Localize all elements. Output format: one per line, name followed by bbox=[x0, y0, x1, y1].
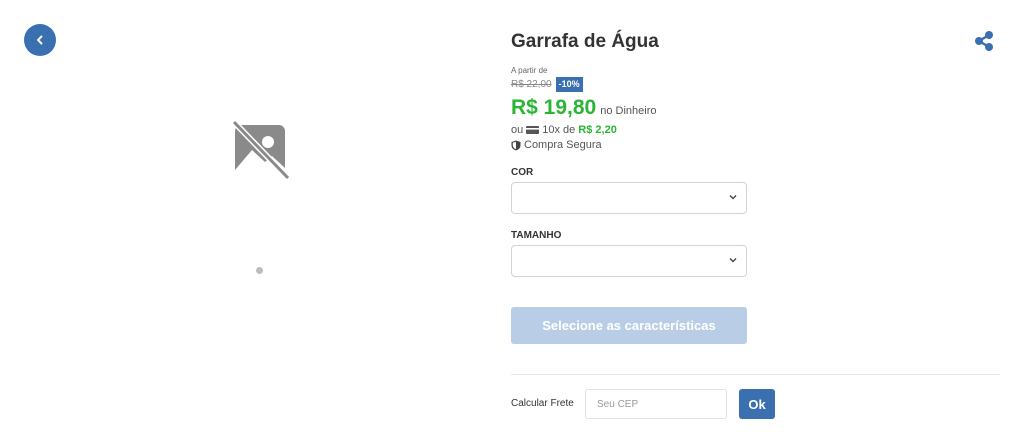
cep-input[interactable] bbox=[585, 389, 727, 419]
shield-icon bbox=[511, 140, 521, 150]
no-image-icon bbox=[231, 120, 290, 180]
select-options-button[interactable]: Selecione as características bbox=[511, 307, 747, 344]
installment-value: R$ 2,20 bbox=[578, 124, 617, 136]
from-label: A partir de bbox=[511, 66, 548, 75]
back-button[interactable] bbox=[24, 24, 56, 56]
product-title: Garrafa de Água bbox=[511, 31, 659, 52]
credit-card-icon bbox=[526, 126, 540, 134]
discount-badge: -10% bbox=[555, 77, 583, 92]
calculate-shipping-button[interactable]: Ok bbox=[739, 389, 775, 419]
carousel-dot[interactable] bbox=[256, 267, 263, 274]
size-label: TAMANHO bbox=[511, 230, 562, 241]
chevron-left-icon bbox=[37, 35, 43, 45]
installments-text: 10x de bbox=[542, 124, 576, 136]
divider bbox=[511, 374, 1000, 375]
product-info: Garrafa de Água A partir de R$ 22,00 -10… bbox=[511, 30, 1001, 344]
old-price: R$ 22,00 bbox=[511, 79, 552, 90]
price: R$ 19,80 bbox=[511, 96, 597, 119]
secure-label: Compra Segura bbox=[524, 139, 602, 151]
price-row: R$ 19,80 no Dinheiro bbox=[511, 96, 1001, 120]
old-price-row: R$ 22,00 -10% bbox=[511, 77, 1001, 92]
installments-prefix: ou bbox=[511, 124, 524, 136]
price-note: no Dinheiro bbox=[600, 105, 657, 117]
chevron-down-icon bbox=[729, 195, 737, 200]
secure-purchase: Compra Segura bbox=[511, 139, 1001, 151]
color-label: COR bbox=[511, 167, 534, 178]
chevron-down-icon bbox=[729, 258, 737, 263]
color-select[interactable] bbox=[511, 182, 747, 214]
size-select[interactable] bbox=[511, 245, 747, 277]
installments: ou 10x de R$ 2,20 bbox=[511, 124, 1001, 136]
shipping-label: Calcular Frete bbox=[511, 398, 574, 409]
